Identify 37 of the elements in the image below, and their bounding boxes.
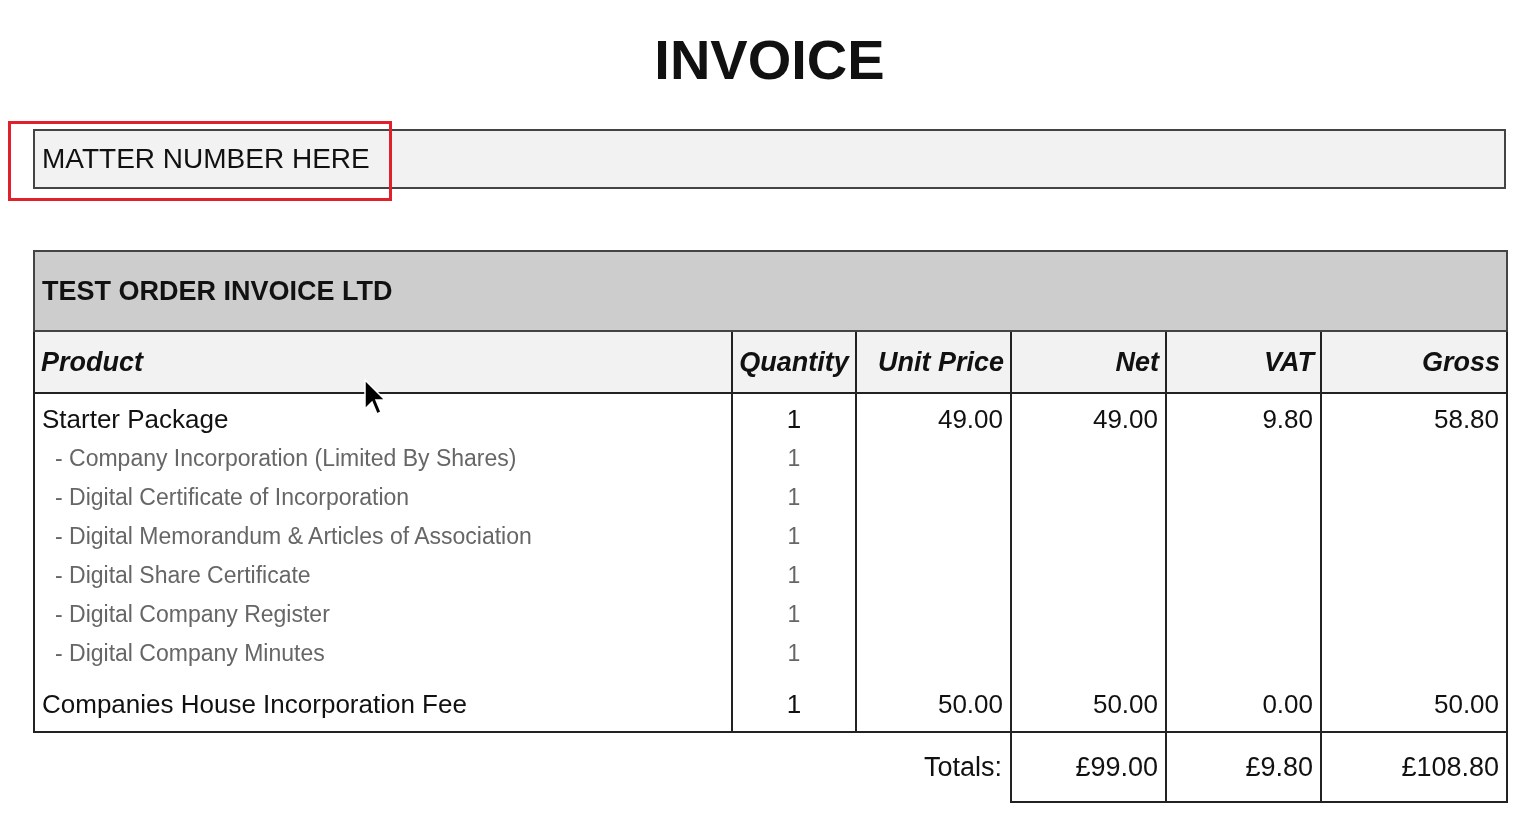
table-cell: 1 <box>786 404 802 434</box>
table-cell: 1 <box>787 523 801 549</box>
totals-label: Totals: <box>923 752 1002 782</box>
table-cell: 50.00 <box>1092 688 1158 719</box>
column-header: Product <box>34 331 732 393</box>
table-cell: Companies House Incorporation Fee <box>42 688 467 719</box>
table-cell: 1 <box>787 640 801 666</box>
column-header: Quantity <box>732 331 856 393</box>
table-cell: Starter Package <box>42 404 229 434</box>
table-cell: - Digital Memorandum & Articles of Association <box>55 523 532 549</box>
column-header: Gross <box>1321 331 1508 393</box>
table-cell: 0.00 <box>1262 688 1313 719</box>
table-cell: - Company Incorporation (Limited By Shares) <box>55 445 517 471</box>
table-cell: 49.00 <box>937 404 1003 434</box>
table-cell: 1 <box>787 445 801 471</box>
table-cell: 1 <box>787 601 801 627</box>
table-cell: - Digital Company Minutes <box>55 640 325 666</box>
table-cell: - Digital Certificate of Incorporation <box>55 484 410 510</box>
matter-number-field: MATTER NUMBER HERE <box>33 129 1506 189</box>
table-cell: 58.80 <box>1433 404 1500 434</box>
table-cell: 49.00 <box>1092 404 1158 434</box>
column-header: VAT <box>1166 331 1321 393</box>
table-cell: 9.80 <box>1262 404 1313 434</box>
total-vat: £9.80 <box>1245 751 1313 782</box>
table-cell: 50.00 <box>1433 688 1500 719</box>
company-name-header: TEST ORDER INVOICE LTD <box>34 251 1508 331</box>
table-cell: - Digital Company Register <box>55 601 330 627</box>
invoice-title: INVOICE <box>653 32 886 88</box>
table-cell: - Digital Share Certificate <box>55 562 311 588</box>
column-header: Net <box>1011 331 1166 393</box>
total-gross: £108.80 <box>1401 751 1500 782</box>
total-net: £99.00 <box>1075 751 1158 782</box>
table-cell: 1 <box>787 484 801 510</box>
table-cell: 1 <box>787 562 801 588</box>
table-cell: 50.00 <box>937 688 1003 719</box>
table-cell: 1 <box>786 688 802 719</box>
column-header: Unit Price <box>856 331 1011 393</box>
